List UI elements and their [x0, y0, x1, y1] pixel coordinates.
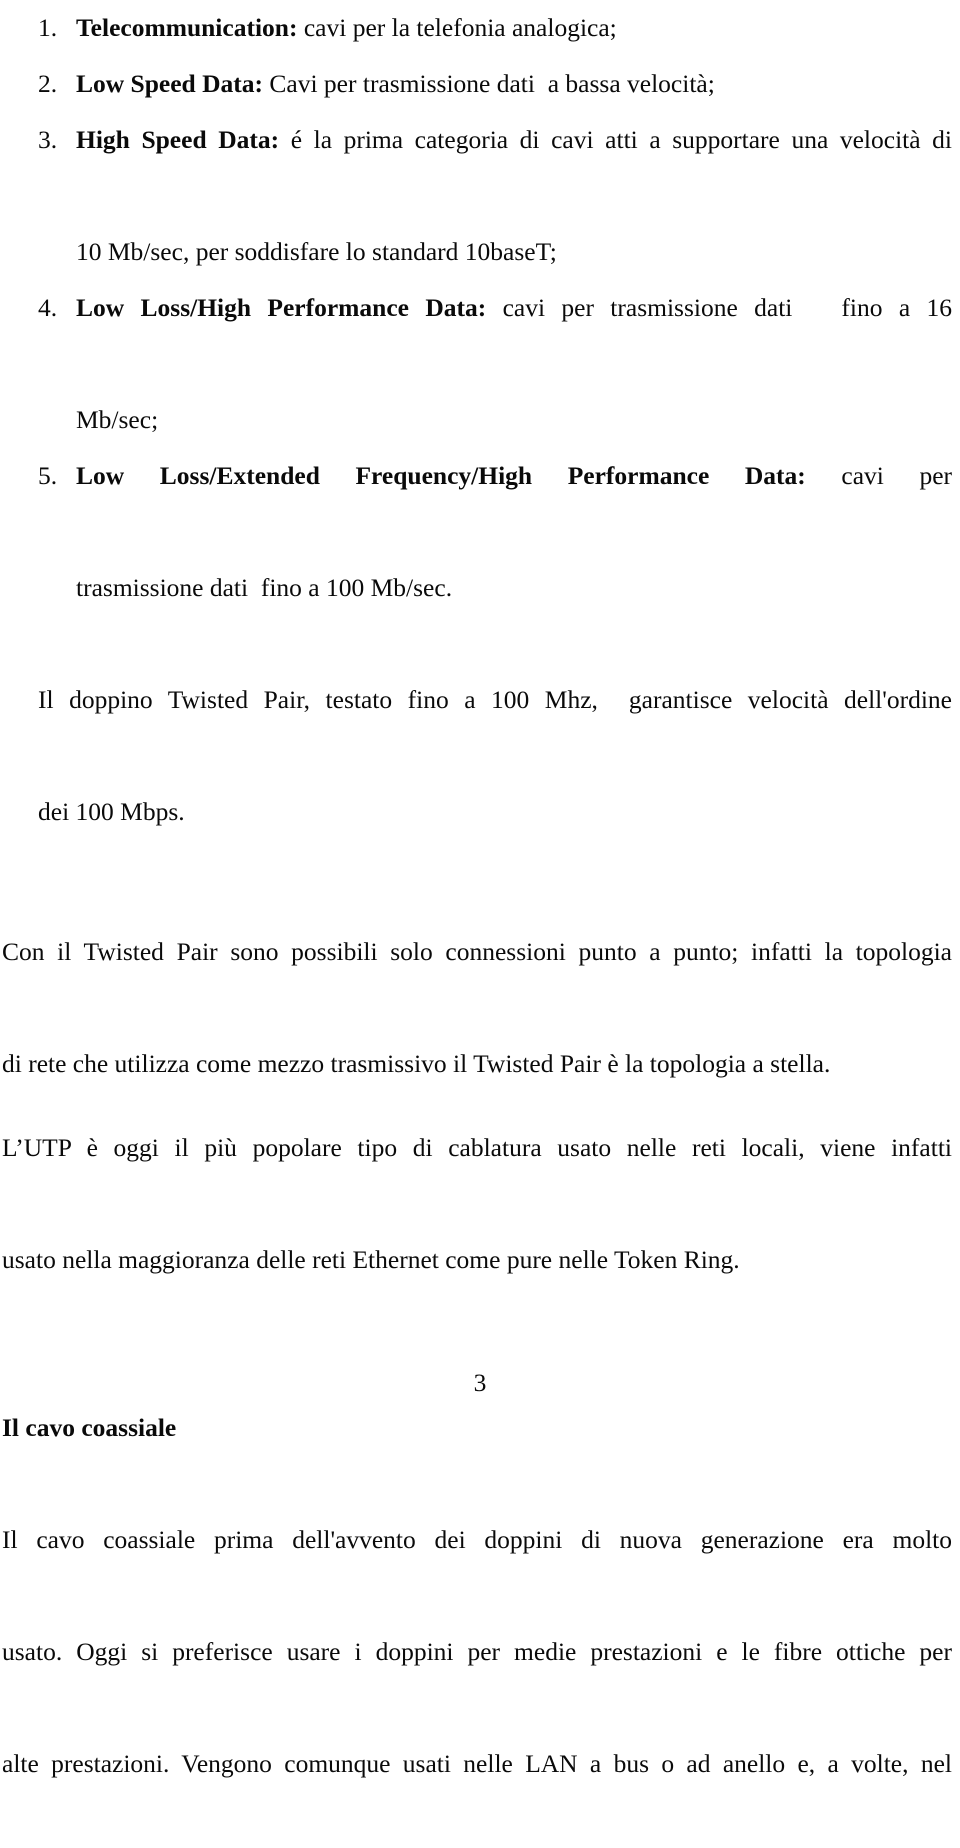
list-item-text: é la prima categoria di cavi atti a supp… — [279, 125, 952, 154]
page-number: 3 — [473, 1368, 487, 1397]
list-item-marker: 1. — [38, 13, 58, 42]
text-line: usato nella maggioranza delle reti Ether… — [2, 1245, 740, 1274]
paragraph-doppino: Il doppino Twisted Pair, testato fino a … — [2, 672, 952, 840]
list-item-marker: 3. — [38, 125, 58, 154]
text-line: Con il Twisted Pair sono possibili solo … — [2, 937, 952, 966]
paragraph-twisted-pair-topologia: Con il Twisted Pair sono possibili solo … — [2, 924, 952, 1092]
list-item-body: Low Speed Data: Cavi per trasmissione da… — [76, 56, 952, 112]
list-item-body: Low Loss/Extended Frequency/High Perform… — [76, 448, 952, 616]
text-line: dei 100 Mbps. — [38, 797, 185, 826]
cable-category-list: 1. Telecommunication: cavi per la telefon… — [2, 0, 952, 616]
body-paragraphs: Il doppino Twisted Pair, testato fino a … — [2, 672, 952, 1288]
list-item-body: High Speed Data: é la prima categoria di… — [76, 112, 952, 280]
list-item-body: Low Loss/High Performance Data: cavi per… — [76, 280, 952, 448]
list-item-lead: Low Speed Data: — [76, 69, 264, 98]
text-line: alte prestazioni. Vengono comunque usati… — [2, 1749, 952, 1778]
list-item: 3. High Speed Data: é la prima categoria … — [2, 112, 952, 280]
list-item-marker: 4. — [38, 293, 58, 322]
section-heading-cavo-coassiale: Il cavo coassiale — [2, 1413, 177, 1442]
list-item: 1. Telecommunication: cavi per la telefon… — [2, 0, 952, 56]
list-item: 5. Low Loss/Extended Frequency/High Perfo… — [2, 448, 952, 616]
list-item-body: Telecommunication: cavi per la telefonia… — [76, 0, 952, 56]
paragraph-utp: L’UTP è oggi il più popolare tipo di cab… — [2, 1120, 952, 1288]
text-line: 10 Mb/sec, per soddisfare lo standard 10… — [76, 237, 557, 266]
text-line: High Speed Data: é la prima categoria di… — [76, 112, 952, 224]
page-content: 1. Telecommunication: cavi per la telefon… — [2, 0, 952, 1848]
text-line: Low Loss/Extended Frequency/High Perform… — [76, 448, 952, 560]
list-item-text: cavi per trasmissione dati fino a 16 — [486, 293, 952, 322]
list-item-text: cavi per la telefonia analogica; — [297, 13, 617, 42]
list-item: 2. Low Speed Data: Cavi per trasmissione … — [2, 56, 952, 112]
text-line: Il cavo coassiale prima dell'avvento dei… — [2, 1525, 952, 1554]
list-item-lead: Low Loss/High Performance Data: — [76, 293, 487, 322]
list-item-text: Cavi per trasmissione dati a bassa veloc… — [263, 69, 715, 98]
list-item-marker: 2. — [38, 69, 58, 98]
text-line: Telecommunication: cavi per la telefonia… — [76, 0, 952, 56]
text-line: trasmissione dati fino a 100 Mb/sec. — [76, 573, 453, 602]
text-line: L’UTP è oggi il più popolare tipo di cab… — [2, 1133, 952, 1162]
text-line: Il doppino Twisted Pair, testato fino a … — [38, 685, 952, 714]
list-item-text: cavi per — [805, 461, 952, 490]
text-line: di rete che utilizza come mezzo trasmiss… — [2, 1049, 831, 1078]
list-item-lead: Telecommunication: — [76, 13, 298, 42]
text-line: usato. Oggi si preferisce usare i doppin… — [2, 1637, 952, 1666]
list-item-marker: 5. — [38, 461, 58, 490]
list-item-lead: Low Loss/Extended Frequency/High Perform… — [76, 461, 806, 490]
text-line: Mb/sec; — [76, 405, 159, 434]
text-line: Low Loss/High Performance Data: cavi per… — [76, 280, 952, 392]
section-paragraph-cavo-coassiale: Il cavo coassiale prima dell'avvento dei… — [2, 1512, 952, 1848]
list-item-lead: High Speed Data: — [76, 125, 280, 154]
document-page: 1. Telecommunication: cavi per la telefon… — [0, 0, 960, 1778]
list-item: 4. Low Loss/High Performance Data: cavi p… — [2, 280, 952, 448]
text-line: Low Speed Data: Cavi per trasmissione da… — [76, 56, 952, 112]
